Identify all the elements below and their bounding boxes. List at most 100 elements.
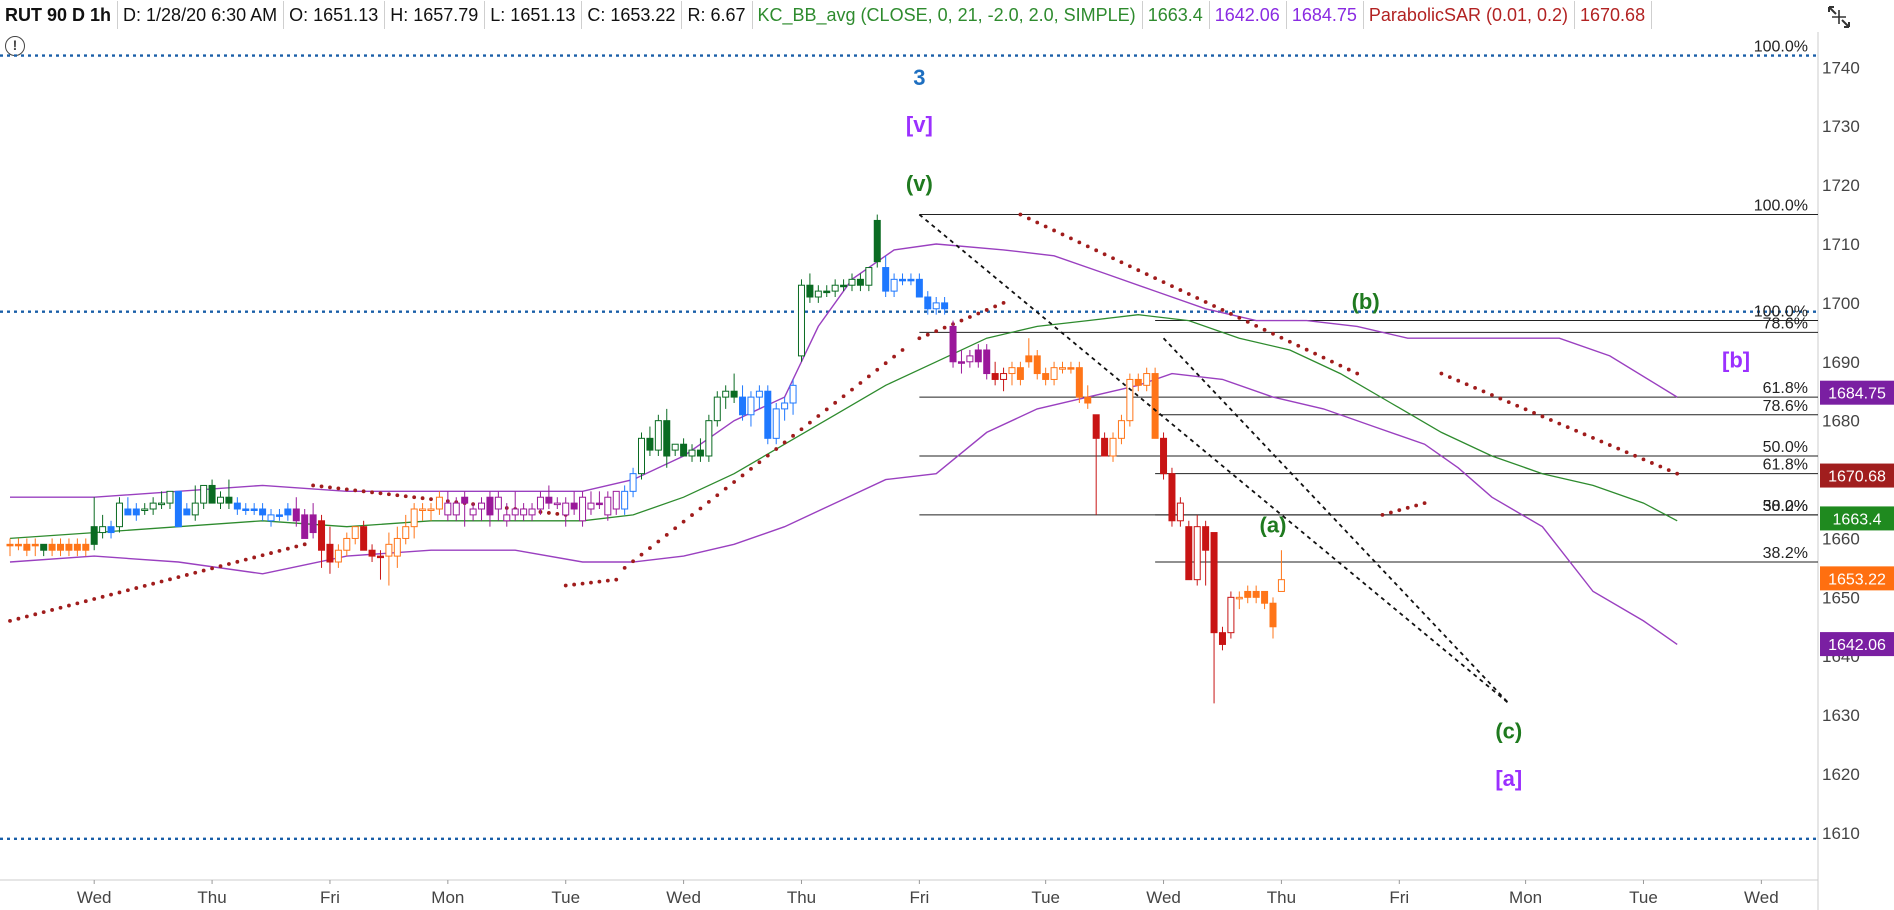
psar-dot-125 <box>1069 236 1073 241</box>
wave-label-1: [v] <box>906 112 933 137</box>
candle-body-144 <box>1218 632 1226 645</box>
candle-body-92 <box>781 402 789 410</box>
psar-dot-114 <box>967 315 972 319</box>
candle-body-3 <box>31 543 39 547</box>
psar-dot-117 <box>993 304 998 309</box>
candle-body-35 <box>301 514 309 539</box>
psar-dot-182 <box>1574 428 1579 433</box>
psar-dot-105 <box>883 361 888 366</box>
candle-body-79 <box>671 443 679 451</box>
candle-body-130 <box>1101 437 1109 457</box>
candle-body-29 <box>250 508 258 511</box>
grid-layer <box>0 32 1819 910</box>
psar-dot-14 <box>125 588 130 593</box>
candle-body-146 <box>1235 596 1243 600</box>
psar-dot-134 <box>1144 272 1149 277</box>
psar-dot-136 <box>1161 280 1166 285</box>
psar-dot-18 <box>159 579 164 584</box>
psar-dot-20 <box>176 575 181 580</box>
candle-body-50 <box>427 508 435 511</box>
psar-dot-135 <box>1153 276 1158 281</box>
wave-label-5: (a) <box>1260 513 1287 538</box>
price-chart[interactable]: 100.0%100.0%78.6%61.8%50.0%38.2%100.0%78… <box>0 0 1894 910</box>
psar-dot-157 <box>1338 363 1343 368</box>
candle-body-139 <box>1176 502 1184 522</box>
psar-dot-194 <box>1675 471 1680 476</box>
psar-dot-88 <box>740 473 745 478</box>
candle-body-95 <box>806 284 814 298</box>
candle-body-98 <box>831 284 839 292</box>
candle-body-21 <box>183 508 191 516</box>
psar-dot-120 <box>1026 216 1031 221</box>
psar-dot-49 <box>420 496 425 501</box>
psar-dot-116 <box>984 308 989 312</box>
psar-dot-109 <box>925 332 930 337</box>
psar-dot-178 <box>1540 414 1545 419</box>
psar-dot-148 <box>1262 327 1267 332</box>
psar-dot-67 <box>563 583 568 588</box>
candle-body-25 <box>217 496 224 504</box>
candle-body-66 <box>562 502 570 516</box>
wave-label-6: (c) <box>1495 719 1522 744</box>
x-tick-label-0: Wed <box>77 888 112 907</box>
psar-dot-98 <box>824 407 829 412</box>
candle-body-13 <box>115 502 123 528</box>
psar-dot-19 <box>168 577 172 582</box>
y-tick-label-1: 1620 <box>1822 765 1860 784</box>
candle-body-15 <box>132 508 140 516</box>
candle-body-138 <box>1168 473 1176 522</box>
candle-body-20 <box>174 490 182 528</box>
y-tick-label-9: 1700 <box>1822 294 1860 313</box>
candle-body-122 <box>1033 355 1041 375</box>
psar-dot-73 <box>614 577 619 582</box>
psar-dot-172 <box>1490 393 1494 397</box>
y-tick-label-7: 1680 <box>1822 412 1860 431</box>
psar-dot-155 <box>1321 355 1326 360</box>
candle-body-53 <box>452 502 460 516</box>
psar-dot-124 <box>1060 232 1065 237</box>
candle-body-120 <box>1016 367 1024 380</box>
candle-body-142 <box>1202 526 1210 551</box>
candle-body-127 <box>1075 367 1083 398</box>
psar-dot-89 <box>749 466 753 471</box>
candle-body-39 <box>334 549 342 563</box>
y-axis: 1610162016301640165016601670168016901700… <box>1822 58 1860 843</box>
psar-dot-101 <box>850 387 854 392</box>
candle-body-149 <box>1261 590 1269 604</box>
psar-dot-25 <box>218 564 223 569</box>
wave-label-7: [a] <box>1495 766 1522 791</box>
candle-body-44 <box>376 555 384 559</box>
psar-dot-17 <box>151 581 156 586</box>
psar-dot-32 <box>277 548 282 553</box>
psar-dot-164 <box>1414 503 1419 508</box>
psar-dot-64 <box>546 511 551 515</box>
psar-dot-161 <box>1388 510 1393 515</box>
psar-dot-95 <box>799 427 804 432</box>
psar-dot-81 <box>681 519 686 524</box>
candle-body-141 <box>1193 526 1201 581</box>
candle-body-8 <box>73 543 81 551</box>
candle-body-89 <box>755 390 763 398</box>
psar-dot-175 <box>1515 403 1520 408</box>
candle-body-85 <box>722 390 730 398</box>
candle-body-2 <box>23 543 31 551</box>
psar-dot-71 <box>597 579 602 584</box>
candle-body-137 <box>1160 437 1168 475</box>
psar-dot-37 <box>319 484 324 489</box>
psar-dot-138 <box>1178 288 1183 292</box>
candle-body-115 <box>974 349 982 363</box>
psar-dot-34 <box>294 544 299 549</box>
candle-body-65 <box>553 502 561 506</box>
psar-dot-100 <box>841 394 846 399</box>
candle-body-26 <box>225 496 233 504</box>
psar-dot-188 <box>1624 450 1629 455</box>
wave-label-0: 3 <box>913 65 925 90</box>
psar-dot-3 <box>33 612 38 617</box>
psar-dot-177 <box>1532 410 1536 415</box>
candle-body-1 <box>14 543 22 547</box>
psar-dot-12 <box>109 592 113 597</box>
psar-dot-80 <box>673 526 678 531</box>
candle-body-7 <box>65 543 73 551</box>
candle-body-11 <box>99 526 107 534</box>
candle-body-108 <box>915 278 923 298</box>
